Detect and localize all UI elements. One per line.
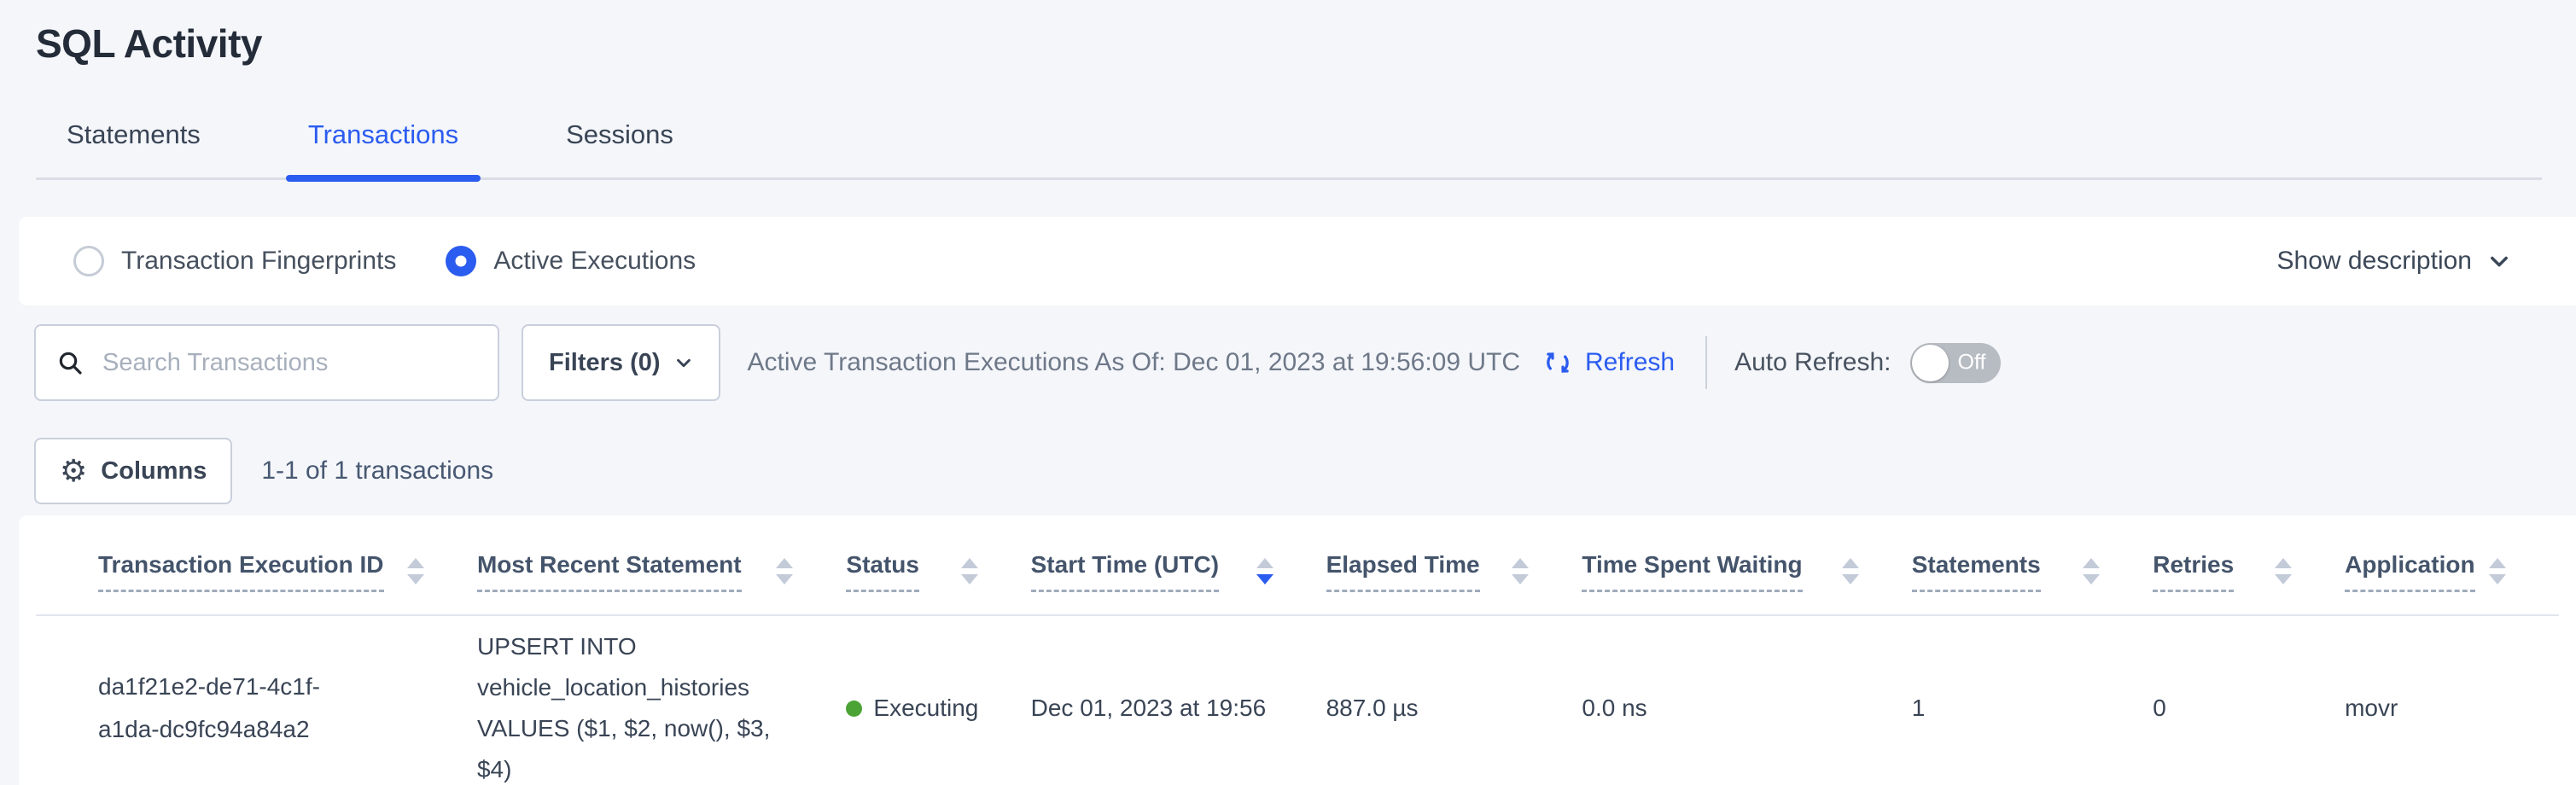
sort-arrows-icon[interactable] [407, 551, 424, 584]
column-header-label[interactable]: Elapsed Time [1326, 551, 1480, 592]
transactions-table: Transaction Execution ID Most Recent Sta… [19, 515, 2576, 785]
radio-circle-icon [446, 246, 476, 276]
chevron-down-icon [674, 353, 693, 372]
cell-start-time: Dec 01, 2023 at 19:56 [1031, 695, 1326, 722]
search-box[interactable] [34, 324, 499, 401]
column-header-label[interactable]: Time Spent Waiting [1582, 551, 1802, 592]
search-icon [56, 349, 84, 376]
column-header-label[interactable]: Status [846, 551, 919, 592]
toggle-knob [1912, 345, 1949, 381]
refresh-label: Refresh [1585, 348, 1675, 377]
view-mode-card: Transaction Fingerprints Active Executio… [19, 217, 2576, 305]
tab-sessions[interactable]: Sessions [566, 119, 673, 177]
tab-bar: Statements Transactions Sessions [36, 119, 2542, 180]
column-header-label[interactable]: Start Time (UTC) [1031, 551, 1219, 592]
sort-arrows-icon[interactable] [1256, 551, 1273, 584]
filters-label: Filters (0) [549, 349, 661, 377]
chevron-down-icon [2487, 249, 2511, 273]
column-header-transaction-execution-id: Transaction Execution ID [98, 551, 477, 614]
column-header-elapsed-time: Elapsed Time [1326, 551, 1582, 614]
cell-status: Executing [846, 695, 1030, 722]
cell-elapsed-time: 887.0 µs [1326, 695, 1582, 722]
column-header-label[interactable]: Application [2345, 551, 2474, 592]
column-header-time-spent-waiting: Time Spent Waiting [1582, 551, 1911, 614]
cell-retries: 0 [2153, 695, 2345, 722]
page-title: SQL Activity [36, 20, 2576, 67]
tab-transactions[interactable]: Transactions [308, 119, 458, 177]
sort-arrows-icon[interactable] [2083, 551, 2100, 584]
status-label: Executing [873, 695, 978, 722]
columns-label: Columns [101, 457, 207, 486]
filters-button[interactable]: Filters (0) [522, 324, 720, 401]
cell-statements: 1 [1912, 695, 2153, 722]
radio-transaction-fingerprints[interactable]: Transaction Fingerprints [73, 246, 396, 276]
status-executing-dot-icon [846, 701, 862, 717]
show-description-toggle[interactable]: Show description [2277, 247, 2511, 276]
refresh-button[interactable]: Refresh [1542, 347, 1675, 378]
table-row: da1f21e2-de71-4c1f-a1da-dc9fc94a84a2 UPS… [36, 616, 2559, 785]
sort-arrows-icon[interactable] [1842, 551, 1859, 584]
column-header-start-time: Start Time (UTC) [1031, 551, 1326, 614]
column-header-statements: Statements [1912, 551, 2153, 614]
radio-circle-icon [73, 246, 104, 276]
sort-arrows-icon[interactable] [2489, 551, 2506, 584]
show-description-label: Show description [2277, 247, 2472, 276]
column-header-label[interactable]: Most Recent Statement [477, 551, 742, 592]
refresh-icon [1542, 347, 1573, 378]
cell-application: movr [2345, 695, 2559, 722]
tab-statements[interactable]: Statements [67, 119, 201, 177]
auto-refresh-label: Auto Refresh: [1734, 348, 1891, 377]
cell-most-recent-statement: UPSERT INTO vehicle_location_histories V… [477, 626, 819, 785]
column-header-application: Application [2345, 551, 2559, 614]
column-header-label[interactable]: Transaction Execution ID [98, 551, 384, 592]
results-count: 1-1 of 1 transactions [261, 456, 493, 486]
columns-button[interactable]: ⚙︎ Columns [34, 438, 232, 504]
radio-active-executions[interactable]: Active Executions [446, 246, 696, 276]
as-of-timestamp: Active Transaction Executions As Of: Dec… [748, 348, 1520, 377]
column-header-most-recent-statement: Most Recent Statement [477, 551, 846, 614]
cell-transaction-execution-id[interactable]: da1f21e2-de71-4c1f-a1da-dc9fc94a84a2 [98, 666, 395, 752]
sort-arrows-icon[interactable] [776, 551, 793, 584]
radio-label: Active Executions [493, 247, 696, 276]
table-header-row: Transaction Execution ID Most Recent Sta… [36, 515, 2559, 616]
column-header-status: Status [846, 551, 1030, 614]
gear-icon: ⚙︎ [60, 456, 87, 486]
column-header-label[interactable]: Statements [1912, 551, 2041, 592]
table-controls: ⚙︎ Columns 1-1 of 1 transactions [34, 438, 2576, 504]
column-header-retries: Retries [2153, 551, 2345, 614]
radio-label: Transaction Fingerprints [121, 247, 396, 276]
auto-refresh-toggle[interactable]: Off [1910, 343, 2001, 383]
toolbar-divider [1705, 336, 1707, 389]
search-input[interactable] [102, 349, 477, 377]
column-header-label[interactable]: Retries [2153, 551, 2234, 592]
toolbar: Filters (0) Active Transaction Execution… [34, 324, 2576, 401]
sort-arrows-icon[interactable] [2275, 551, 2292, 584]
cell-time-spent-waiting: 0.0 ns [1582, 695, 1911, 722]
sort-arrows-icon[interactable] [1512, 551, 1529, 584]
toggle-state-label: Off [1958, 351, 1986, 375]
sort-arrows-icon[interactable] [961, 551, 978, 584]
